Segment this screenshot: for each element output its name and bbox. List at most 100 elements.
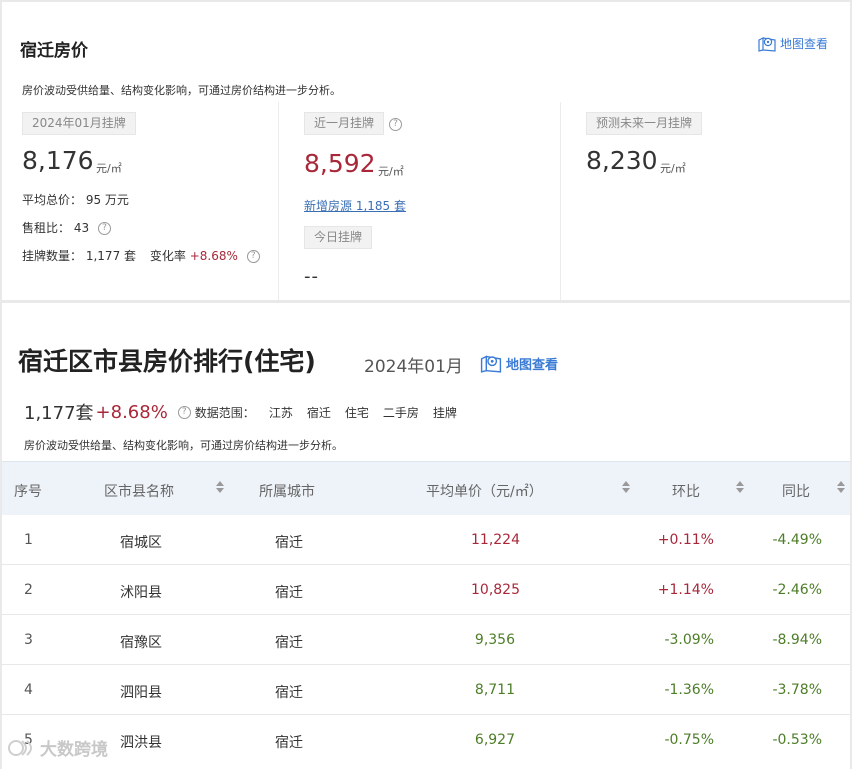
ranking-title: 宿迁区市县房价排行(住宅) xyxy=(18,347,316,376)
overview-map-link-label[interactable]: 地图查看 xyxy=(780,35,828,52)
recent-month-price: 8,592 xyxy=(304,149,376,178)
scope-source: 挂牌 xyxy=(432,405,457,420)
ranking-date: 2024年01月 xyxy=(364,357,463,377)
sort-icon[interactable] xyxy=(216,479,224,495)
ranking-map-link[interactable]: 地图查看 xyxy=(480,353,558,373)
rent-ratio: 售租比： 43 ? xyxy=(22,219,111,236)
table-row[interactable]: 2 沭阳县 宿迁 10,825 +1.14% -2.46% xyxy=(2,565,850,615)
row-city: 宿迁 xyxy=(275,535,303,551)
scope-label: 数据范围： xyxy=(194,405,255,420)
scope-province: 江苏 xyxy=(268,405,293,420)
row-mom: +1.14% xyxy=(657,582,714,598)
overview-title: 宿迁房价 xyxy=(20,41,88,61)
sort-icon[interactable] xyxy=(622,479,630,495)
recent-month-column: 近一月挂牌 ? 8,592 元/㎡ 新增房源 1,185 套 今日挂牌 -- xyxy=(278,102,560,300)
row-mom: +0.11% xyxy=(657,532,714,548)
listing-price-unit: 元/㎡ xyxy=(96,162,122,175)
ranking-note: 房价波动受供给量、结构变化影响，可通过房价结构进一步分析。 xyxy=(24,439,343,452)
listing-column: 2024年01月挂牌 8,176 元/㎡ 平均总价： 95 万元 售租比： 43… xyxy=(2,102,278,300)
avg-total-value: 95 万元 xyxy=(85,193,129,207)
row-mom: -0.75% xyxy=(664,732,714,748)
map-pin-icon xyxy=(758,37,776,52)
price-overview-card: 宿迁房价 地图查看 房价波动受供给量、结构变化影响，可通过房价结构进一步分析。 … xyxy=(2,2,850,300)
avg-total-price: 平均总价： 95 万元 xyxy=(22,191,129,208)
listing-count-value: 1,177 套 xyxy=(85,249,137,263)
row-index: 2 xyxy=(24,582,33,598)
row-city: 宿迁 xyxy=(275,635,303,651)
forecast-price-unit: 元/㎡ xyxy=(660,162,686,175)
change-rate-value: +8.68% xyxy=(189,249,238,263)
help-icon[interactable]: ? xyxy=(97,222,111,235)
help-icon[interactable]: ? xyxy=(246,250,260,263)
column-header-mom[interactable]: 环比 xyxy=(672,481,700,501)
row-city: 宿迁 xyxy=(275,685,303,701)
row-price: 6,927 xyxy=(474,732,515,748)
sort-icon[interactable] xyxy=(736,479,744,495)
listing-count-label: 挂牌数量： xyxy=(22,249,83,263)
row-price: 8,711 xyxy=(474,682,515,698)
today-listing-value: -- xyxy=(304,266,319,287)
row-yoy: -8.94% xyxy=(772,632,822,648)
watermark: 大数跨境 xyxy=(8,735,108,760)
row-price: 10,825 xyxy=(471,582,520,598)
recent-month-tag: 近一月挂牌 xyxy=(304,112,385,135)
rent-ratio-value: 43 xyxy=(73,221,90,235)
row-price: 9,356 xyxy=(474,632,515,648)
row-district: 宿城区 xyxy=(120,535,162,551)
new-listings-link[interactable]: 新增房源 1,185 套 xyxy=(304,197,406,214)
ranking-map-link-label[interactable]: 地图查看 xyxy=(506,354,558,373)
watermark-text: 大数跨境 xyxy=(40,740,108,760)
table-row[interactable]: 5 泗洪县 宿迁 6,927 -0.75% -0.53% xyxy=(2,715,850,765)
scope-city: 宿迁 xyxy=(306,405,331,420)
column-header-district[interactable]: 区市县名称 xyxy=(104,481,174,501)
column-header-index: 序号 xyxy=(14,484,42,500)
row-yoy: -4.49% xyxy=(772,532,822,548)
help-icon[interactable]: ? xyxy=(389,118,402,131)
scope-property-type: 住宅 xyxy=(344,405,369,420)
avg-total-label: 平均总价： xyxy=(22,193,83,207)
help-icon[interactable]: ? xyxy=(177,405,191,419)
recent-month-price-unit: 元/㎡ xyxy=(378,165,404,178)
row-price: 11,224 xyxy=(471,532,520,548)
listing-month-tag: 2024年01月挂牌 xyxy=(22,112,136,135)
table-row[interactable]: 4 泗阳县 宿迁 8,711 -1.36% -3.78% xyxy=(2,665,850,715)
watermark-logo-icon xyxy=(8,739,32,756)
table-row[interactable]: 3 宿豫区 宿迁 9,356 -3.09% -8.94% xyxy=(2,615,850,665)
rent-ratio-label: 售租比： xyxy=(22,221,71,235)
row-yoy: -2.46% xyxy=(772,582,822,598)
row-index: 4 xyxy=(24,682,33,698)
row-yoy: -3.78% xyxy=(772,682,822,698)
change-rate-label: 变化率 xyxy=(149,249,186,263)
forecast-column: 预测未来一月挂牌 8,230 元/㎡ xyxy=(560,102,850,300)
row-index: 1 xyxy=(24,532,33,548)
forecast-price: 8,230 xyxy=(586,146,658,175)
scope-market: 二手房 xyxy=(382,405,419,420)
row-index: 3 xyxy=(24,632,33,648)
table-header: 序号 区市县名称 所属城市 平均单价（元/㎡） 环比 同比 xyxy=(2,461,850,515)
row-district: 泗阳县 xyxy=(120,685,162,701)
row-mom: -1.36% xyxy=(664,682,714,698)
listing-count: 挂牌数量： 1,177 套 变化率 +8.68% ? xyxy=(22,247,260,264)
overview-map-link[interactable]: 地图查看 xyxy=(758,35,828,52)
overview-note: 房价波动受供给量、结构变化影响，可通过房价结构进一步分析。 xyxy=(22,84,341,97)
today-listing-tag: 今日挂牌 xyxy=(304,226,373,249)
district-ranking-card: 宿迁区市县房价排行(住宅) 2024年01月 地图查看 1,177套 +8.68… xyxy=(2,303,850,769)
row-city: 宿迁 xyxy=(275,735,303,751)
column-header-yoy[interactable]: 同比 xyxy=(782,481,810,501)
column-header-price[interactable]: 平均单价（元/㎡） xyxy=(426,481,543,501)
row-district: 泗洪县 xyxy=(120,735,162,751)
row-district: 沭阳县 xyxy=(120,585,162,601)
forecast-tag: 预测未来一月挂牌 xyxy=(586,112,703,135)
row-mom: -3.09% xyxy=(664,632,714,648)
table-row[interactable]: 1 宿城区 宿迁 11,224 +0.11% -4.49% xyxy=(2,515,850,565)
row-city: 宿迁 xyxy=(275,585,303,601)
map-pin-icon xyxy=(480,355,502,373)
listing-change: +8.68% xyxy=(95,401,168,423)
row-district: 宿豫区 xyxy=(120,635,162,651)
ranking-summary: 1,177套 +8.68% ? 数据范围： 江苏 宿迁 住宅 二手房 挂牌 xyxy=(24,399,457,425)
column-header-city: 所属城市 xyxy=(259,484,315,500)
listing-price: 8,176 xyxy=(22,146,94,175)
listing-total: 1,177套 xyxy=(24,403,94,424)
row-yoy: -0.53% xyxy=(772,732,822,748)
sort-icon[interactable] xyxy=(837,479,845,495)
